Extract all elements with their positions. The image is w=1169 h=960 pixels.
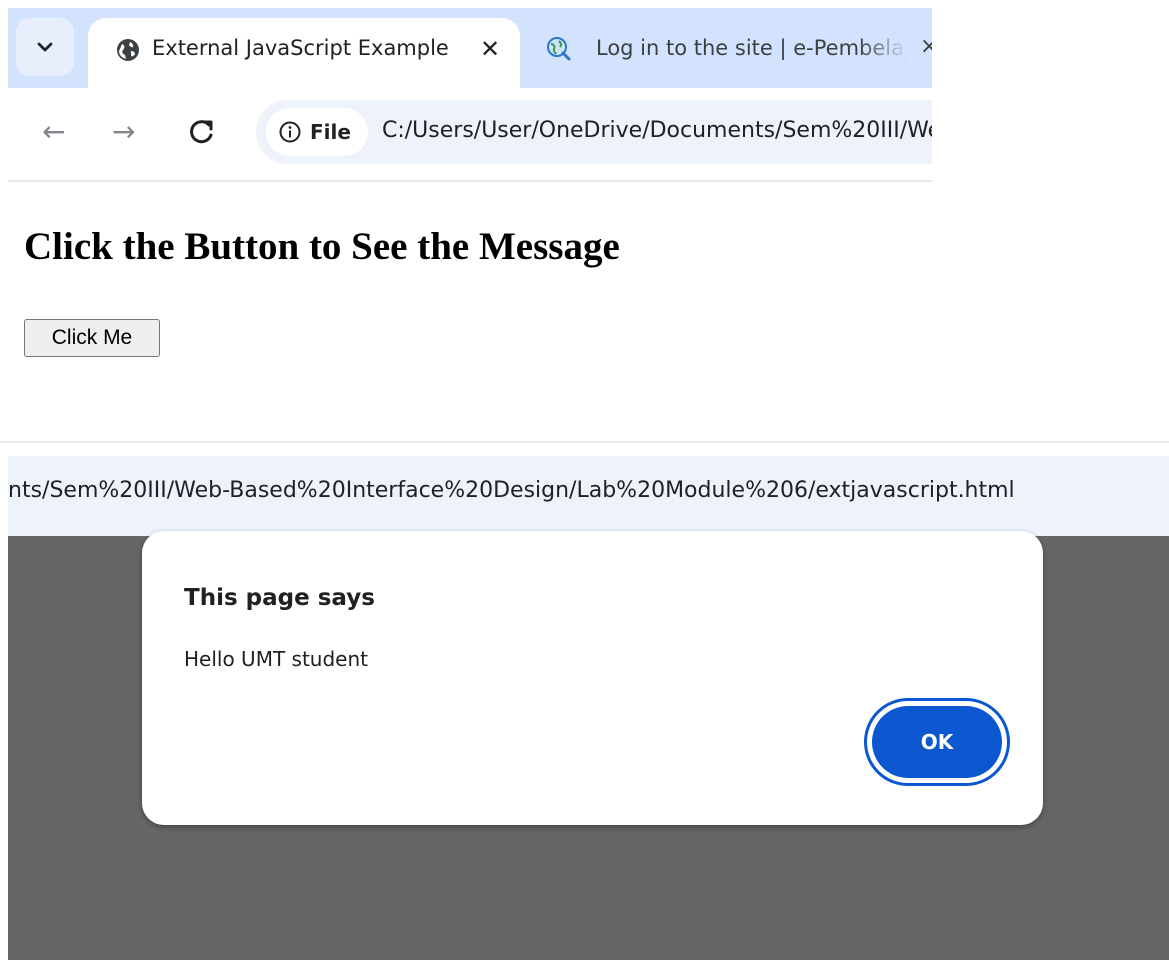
- tab-title: Log in to the site | e-Pembelajaran: [596, 36, 908, 60]
- search-earth-icon: [547, 37, 571, 61]
- close-tab-icon[interactable]: ×: [920, 34, 932, 59]
- page-heading: Click the Button to See the Message: [24, 225, 620, 268]
- browser-window: External JavaScript Example ✕ Log in to …: [0, 0, 932, 182]
- alert-title: This page says: [184, 585, 375, 611]
- url-text[interactable]: C:/Users/User/OneDrive/Documents/Sem%20I…: [382, 118, 932, 143]
- toolbar: ← → File C:/Users/User/OneDrive/Document…: [8, 88, 932, 178]
- ok-button[interactable]: OK: [872, 706, 1002, 778]
- forward-arrow-icon[interactable]: →: [112, 118, 135, 146]
- tab-search-button[interactable]: [16, 18, 74, 76]
- chevron-down-icon: [37, 42, 53, 52]
- reload-icon[interactable]: [180, 110, 224, 154]
- back-arrow-icon[interactable]: ←: [42, 118, 65, 146]
- divider: [8, 180, 932, 182]
- click-me-button[interactable]: Click Me: [24, 319, 160, 357]
- divider: [0, 441, 1169, 443]
- tab-title: External JavaScript Example: [152, 36, 449, 60]
- address-bar[interactable]: File C:/Users/User/OneDrive/Documents/Se…: [256, 100, 932, 164]
- site-info-chip[interactable]: File: [266, 108, 368, 156]
- alert-message: Hello UMT student: [184, 647, 368, 671]
- focus-ring: OK: [864, 698, 1010, 786]
- info-icon: [279, 121, 301, 143]
- alert-dialog: This page says Hello UMT student OK: [142, 531, 1043, 825]
- globe-icon: [117, 39, 139, 61]
- close-tab-icon[interactable]: ✕: [480, 35, 500, 63]
- file-label: File: [310, 120, 351, 144]
- url-text[interactable]: nts/Sem%20III/Web-Based%20Interface%20De…: [8, 478, 1169, 503]
- address-bar[interactable]: nts/Sem%20III/Web-Based%20Interface%20De…: [8, 456, 1169, 536]
